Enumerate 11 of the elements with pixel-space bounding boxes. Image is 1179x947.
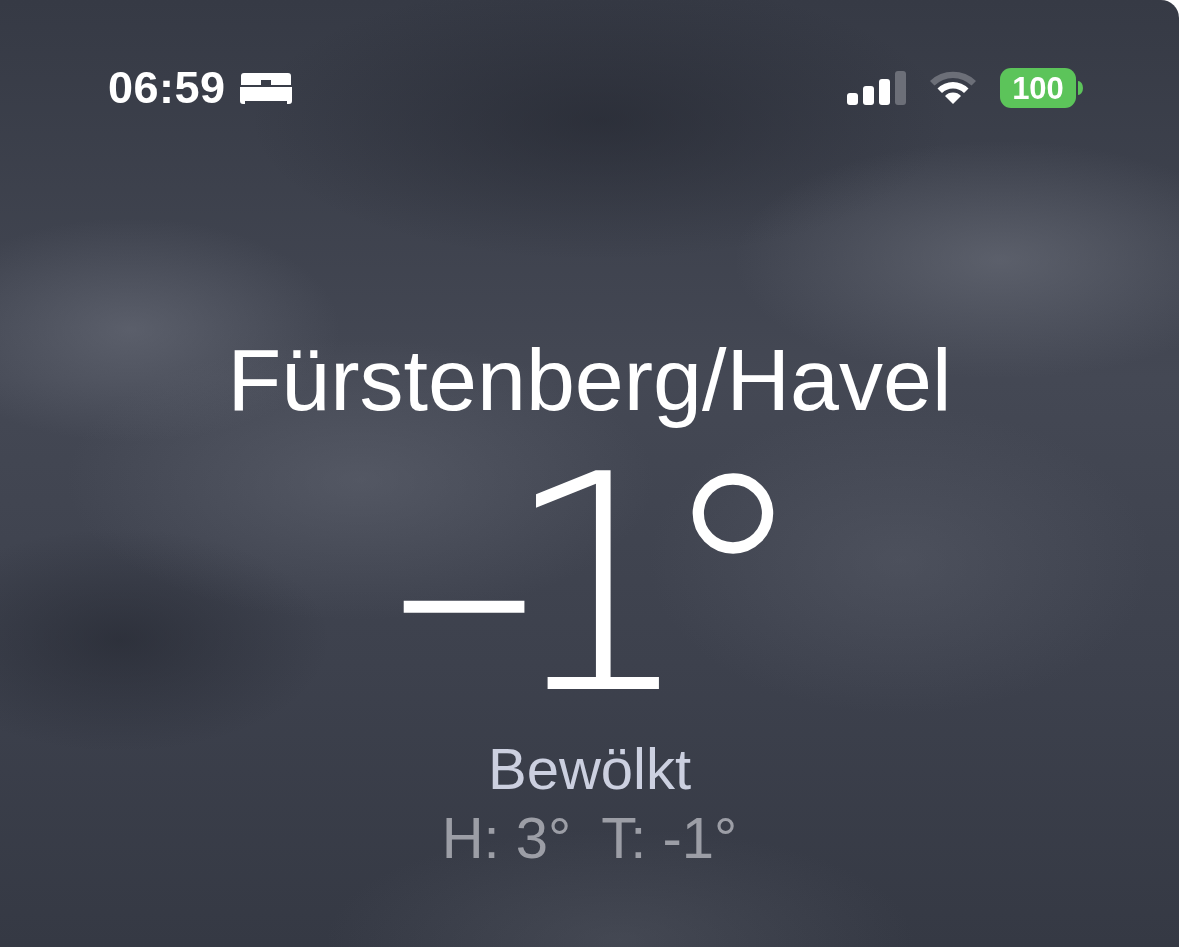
- city-name: Fürstenberg/Havel: [227, 332, 952, 429]
- clock-time: 06:59: [108, 62, 226, 114]
- current-temperature: –1°: [389, 435, 773, 736]
- bed-icon: [239, 72, 292, 104]
- battery-percentage: 100: [1000, 68, 1076, 108]
- weather-condition: Bewölkt: [487, 734, 692, 803]
- wifi-icon: [928, 70, 978, 106]
- low-temperature: T: -1°: [601, 804, 738, 873]
- signal-strength-icon: [847, 71, 906, 105]
- battery-tip-icon: [1078, 81, 1083, 95]
- high-temperature: H: 3°: [441, 804, 572, 873]
